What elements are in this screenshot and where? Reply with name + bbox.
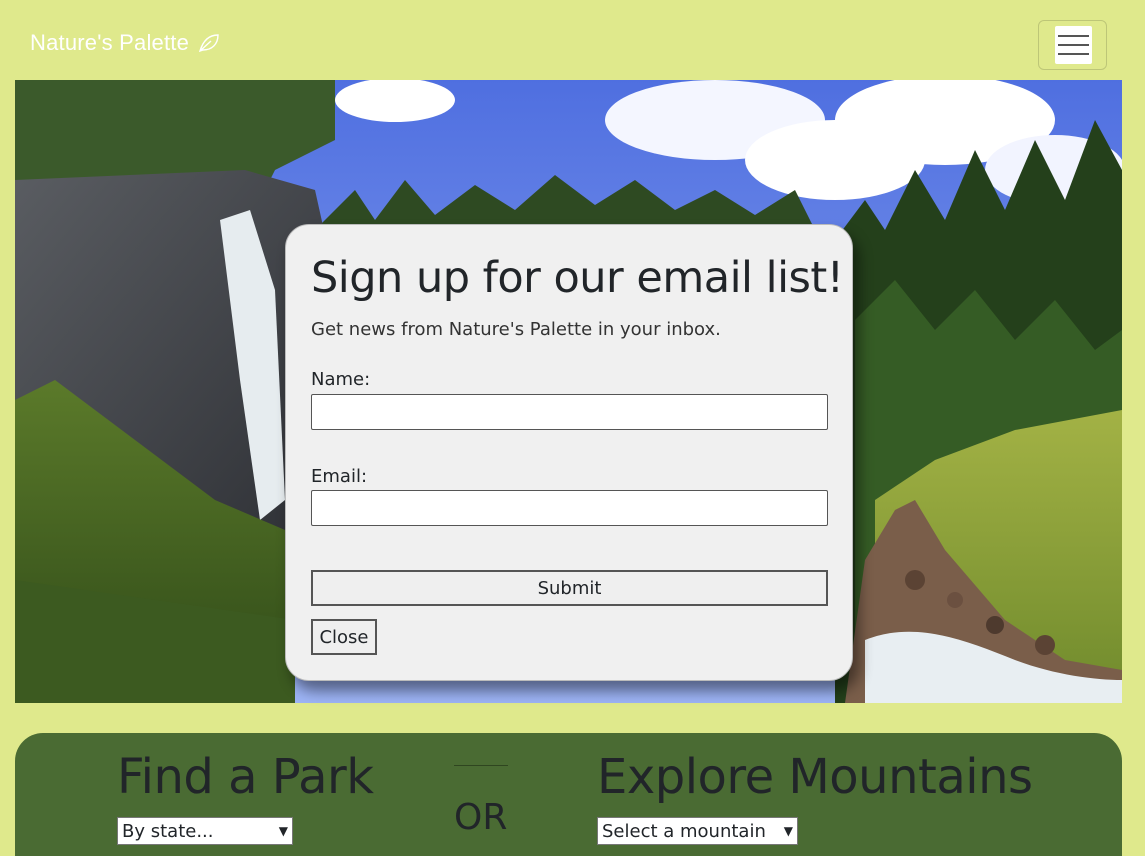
or-divider <box>454 765 508 766</box>
signup-modal: Sign up for our email list! Get news fro… <box>285 224 853 681</box>
find-park-heading: Find a Park <box>117 749 374 805</box>
or-text: OR <box>454 797 508 838</box>
modal-title: Sign up for our email list! <box>311 253 844 303</box>
explore-mountains-heading: Explore Mountains <box>597 749 1033 805</box>
state-select[interactable]: By state... ▼ <box>117 817 293 845</box>
name-label: Name: <box>311 369 371 390</box>
close-button[interactable]: Close <box>311 619 377 655</box>
mountain-select-value: Select a mountain <box>602 820 766 842</box>
state-select-value: By state... <box>122 820 214 842</box>
explore-panel: Find a Park By state... ▼ OR Explore Mou… <box>15 733 1122 856</box>
hamburger-menu-icon <box>1055 26 1092 64</box>
menu-toggle-button[interactable] <box>1038 20 1107 70</box>
leaf-icon <box>198 34 219 53</box>
chevron-down-icon: ▼ <box>278 824 288 838</box>
chevron-down-icon: ▼ <box>783 824 793 838</box>
brand-link[interactable]: Nature's Palette <box>30 30 221 56</box>
brand-name: Nature's Palette <box>30 30 190 55</box>
email-label: Email: <box>311 466 368 487</box>
mountain-select[interactable]: Select a mountain ▼ <box>597 817 798 845</box>
submit-button[interactable]: Submit <box>311 570 828 606</box>
modal-subtitle: Get news from Nature's Palette in your i… <box>311 319 721 340</box>
name-input[interactable] <box>311 394 828 430</box>
email-input[interactable] <box>311 490 828 526</box>
navbar: Nature's Palette <box>0 0 1145 80</box>
